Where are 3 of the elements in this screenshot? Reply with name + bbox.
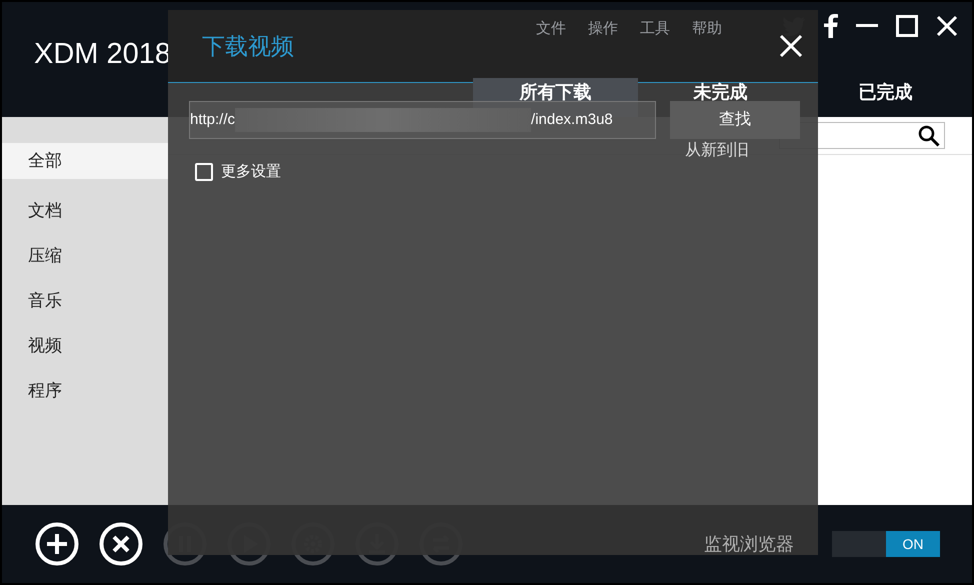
dialog-title: 下载视频 <box>202 32 294 61</box>
app-title: XDM 2018 <box>34 40 172 69</box>
monitor-label: 监视浏览器 <box>704 532 794 556</box>
